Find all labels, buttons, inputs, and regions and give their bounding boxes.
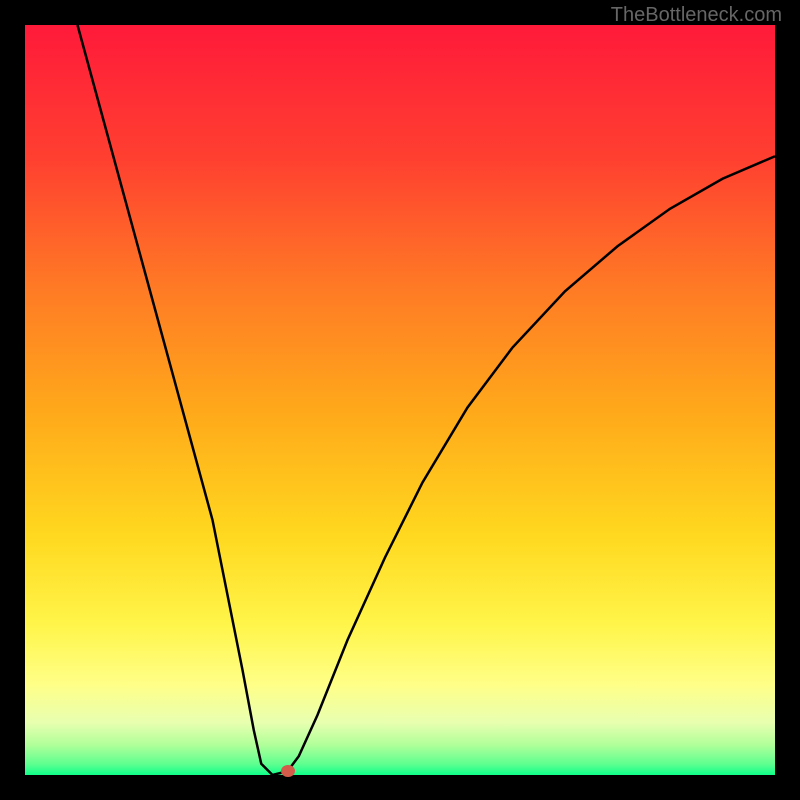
chart-area <box>25 25 775 775</box>
optimal-point-marker <box>281 765 295 777</box>
watermark-text: TheBottleneck.com <box>611 4 782 27</box>
bottleneck-curve <box>25 25 775 775</box>
